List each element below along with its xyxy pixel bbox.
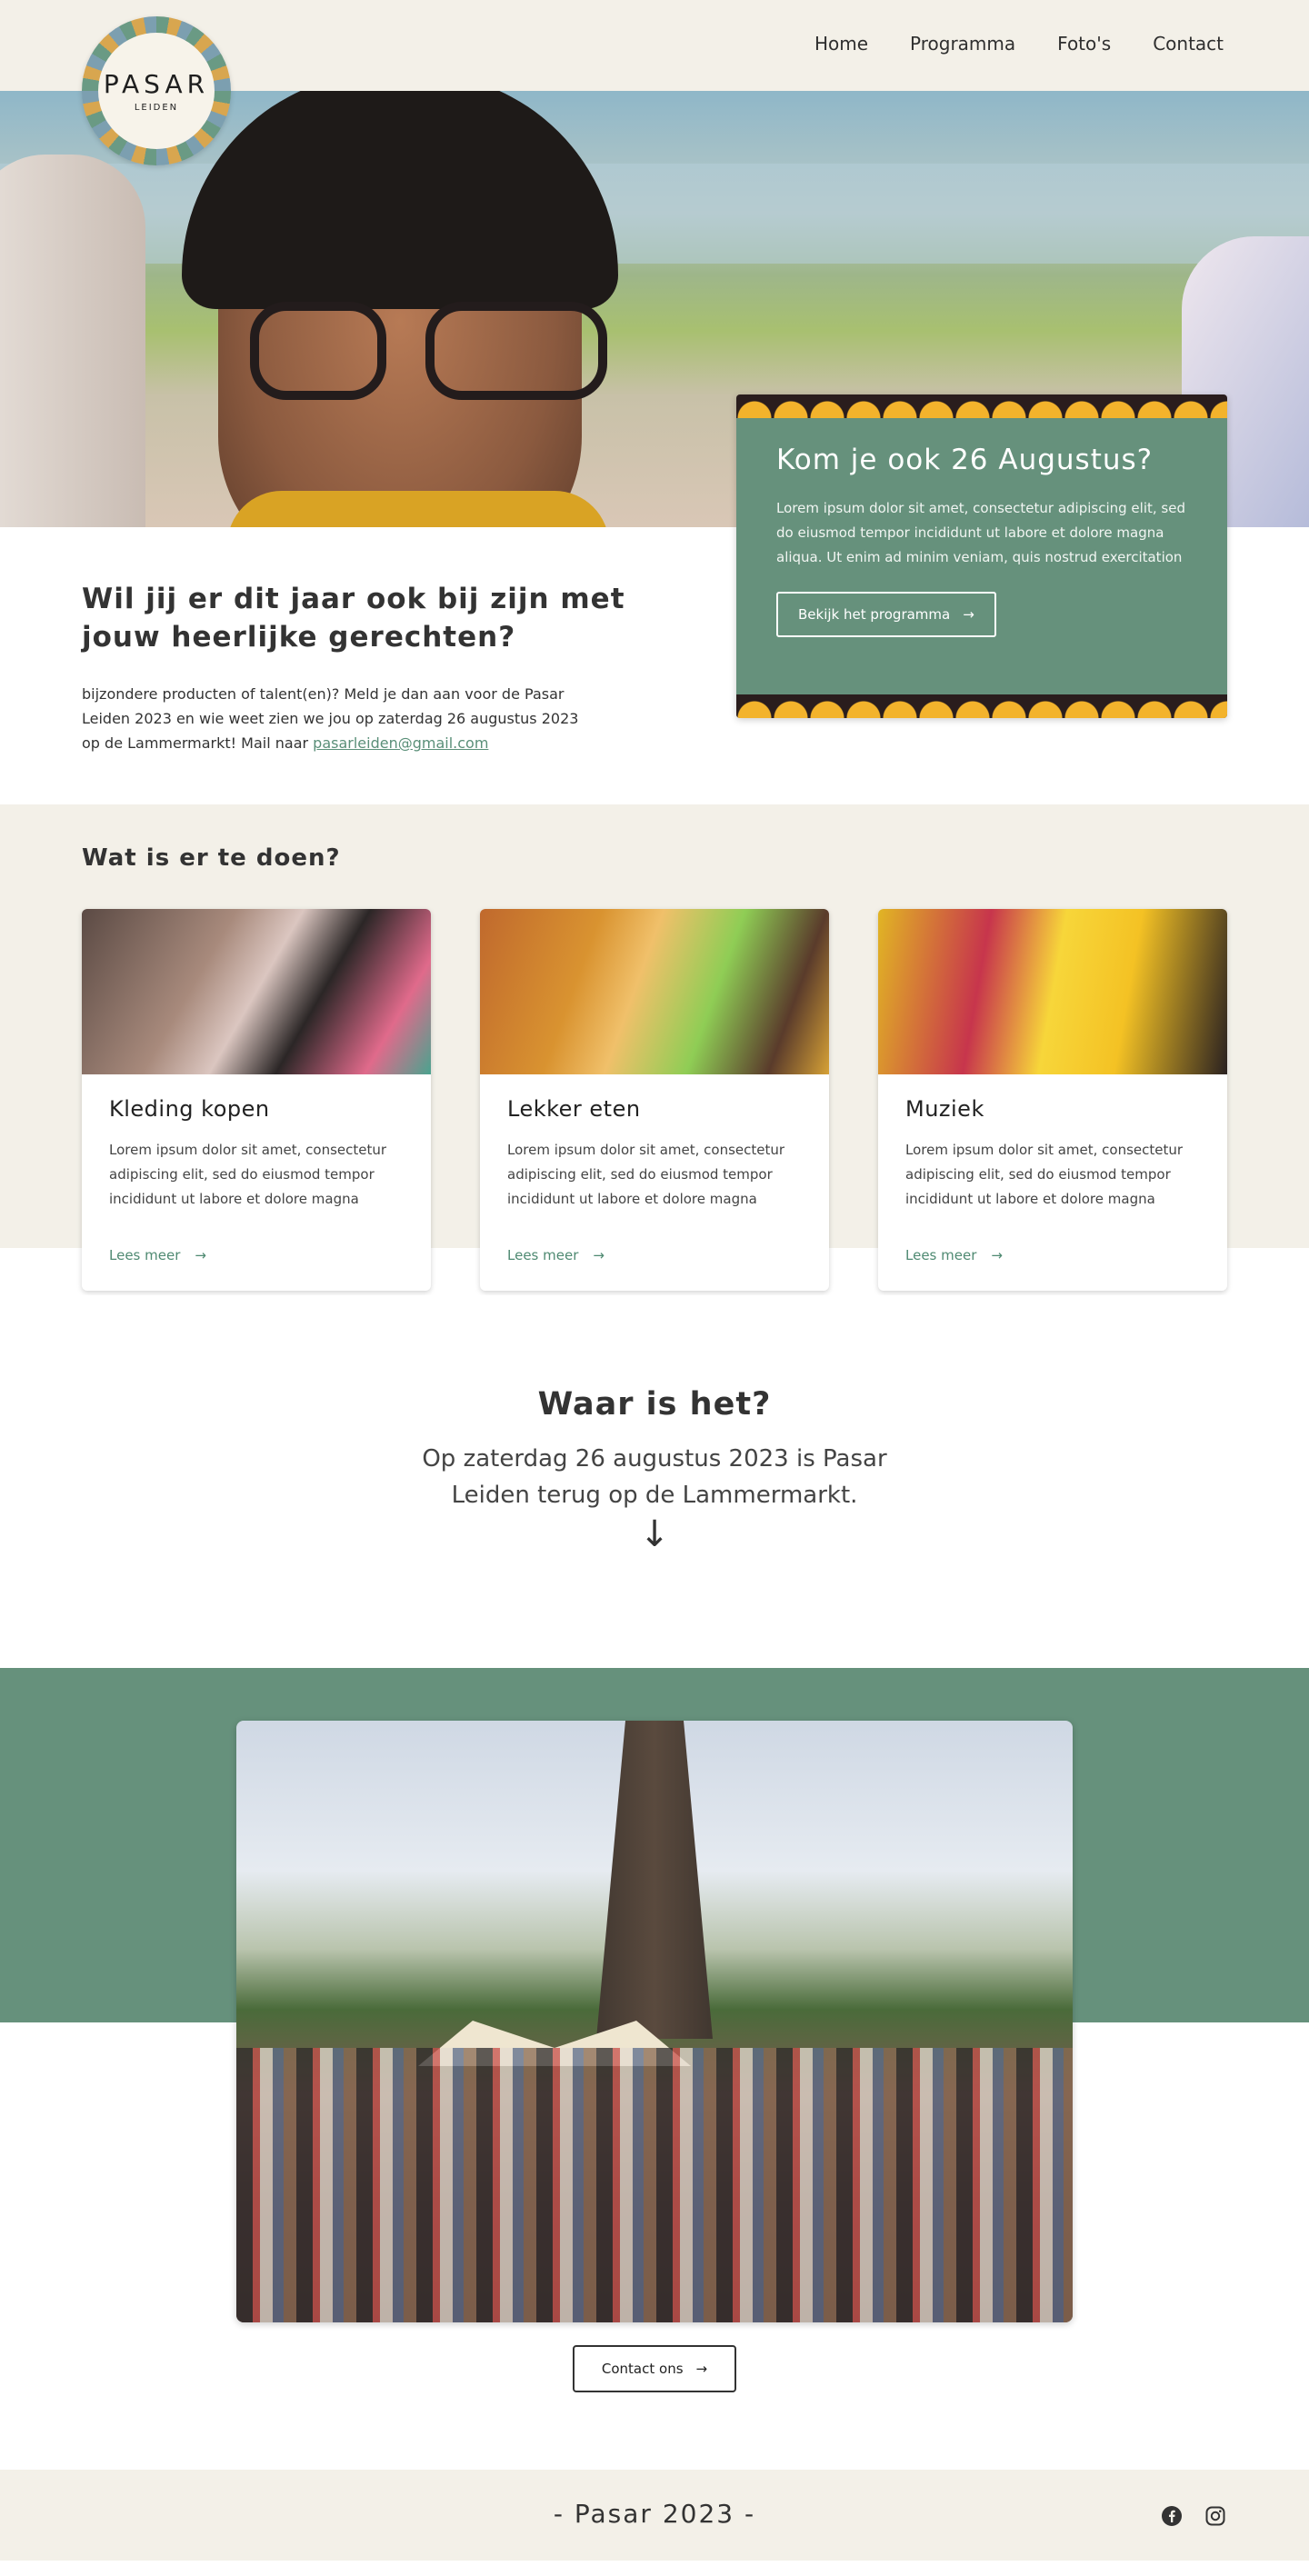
card-body: Kleding kopen Lorem ipsum dolor sit amet…: [82, 1074, 431, 1233]
market-photo: [236, 1721, 1073, 2322]
promo-pattern-bottom: [736, 694, 1227, 718]
programma-button-label: Bekijk het programma: [798, 606, 951, 623]
logo-word: PASAR: [103, 69, 210, 99]
card-image-muziek: [878, 909, 1227, 1074]
where-text: Op zaterdag 26 augustus 2023 is Pasar Le…: [422, 1445, 887, 1509]
arrow-right-icon: →: [963, 606, 974, 623]
arrow-right-icon: →: [195, 1247, 206, 1263]
card-text: Lorem ipsum dolor sit amet, consectetur …: [109, 1142, 387, 1207]
hero-glasses-left: [250, 302, 386, 400]
programma-button[interactable]: Bekijk het programma →: [776, 592, 996, 637]
facebook-icon[interactable]: [1160, 2504, 1184, 2528]
where-section: Waar is het? Op zaterdag 26 augustus 202…: [0, 1295, 1309, 1668]
arrow-right-icon: →: [695, 2361, 708, 2377]
card-image-kleding: [82, 909, 431, 1074]
lees-meer-label: Lees meer: [109, 1247, 181, 1263]
lees-meer-label: Lees meer: [507, 1247, 579, 1263]
arrow-down-icon: ↓: [639, 1513, 670, 1555]
card-text: Lorem ipsum dolor sit amet, consectetur …: [905, 1142, 1184, 1207]
card-image-eten: [480, 909, 829, 1074]
main-nav: Home Programma Foto's Contact: [814, 33, 1224, 55]
activity-cards: Kleding kopen Lorem ipsum dolor sit amet…: [82, 909, 1227, 1291]
nav-contact[interactable]: Contact: [1153, 33, 1224, 55]
contact-button[interactable]: Contact ons →: [573, 2345, 736, 2392]
card-text: Lorem ipsum dolor sit amet, consectetur …: [507, 1142, 785, 1207]
card-title: Muziek: [905, 1096, 984, 1122]
promo-pattern-top: [736, 394, 1227, 418]
email-link[interactable]: pasarleiden@gmail.com: [313, 734, 488, 752]
where-title: Waar is het?: [537, 1386, 772, 1423]
card-body: Muziek Lorem ipsum dolor sit amet, conse…: [878, 1074, 1227, 1233]
contact-button-label: Contact ons: [601, 2361, 684, 2377]
intro-text: bijzondere producten of talent(en)? Meld…: [82, 682, 591, 755]
lees-meer-link[interactable]: Lees meer →: [507, 1247, 605, 1263]
lees-meer-link[interactable]: Lees meer →: [109, 1247, 206, 1263]
arrow-right-icon: →: [991, 1247, 1003, 1263]
nav-programma[interactable]: Programma: [910, 33, 1015, 55]
card-body: Lekker eten Lorem ipsum dolor sit amet, …: [480, 1074, 829, 1233]
contact-section: Contact ons →: [0, 2345, 1309, 2470]
lees-meer-label: Lees meer: [905, 1247, 977, 1263]
promo-body: Kom je ook 26 Augustus? Lorem ipsum dolo…: [736, 418, 1227, 694]
intro-title: Wil jij er dit jaar ook bij zijn met jou…: [82, 583, 625, 654]
lees-meer-link[interactable]: Lees meer →: [905, 1247, 1003, 1263]
hero-bg-person-left: [0, 155, 145, 527]
footer-title: - Pasar 2023 -: [553, 2499, 756, 2529]
card-kleding[interactable]: Kleding kopen Lorem ipsum dolor sit amet…: [82, 909, 431, 1291]
promo-card: Kom je ook 26 Augustus? Lorem ipsum dolo…: [736, 394, 1227, 718]
activities-heading: Wat is er te doen?: [82, 844, 341, 872]
instagram-icon[interactable]: [1204, 2504, 1227, 2528]
nav-fotos[interactable]: Foto's: [1057, 33, 1111, 55]
social-links: [1160, 2504, 1227, 2528]
crowd-shape: [236, 2048, 1073, 2322]
hero-shirt: [227, 491, 609, 527]
arrow-right-icon: →: [593, 1247, 605, 1263]
card-muziek[interactable]: Muziek Lorem ipsum dolor sit amet, conse…: [878, 909, 1227, 1291]
activities-section: Wat is er te doen? Kleding kopen Lorem i…: [0, 804, 1309, 1303]
logo-inner: PASAR LEIDEN: [98, 33, 215, 149]
site-header: PASAR LEIDEN Home Programma Foto's Conta…: [0, 0, 1309, 165]
nav-home[interactable]: Home: [814, 33, 868, 55]
card-title: Lekker eten: [507, 1096, 641, 1122]
photo-section: [0, 1668, 1309, 2345]
hero-hair: [182, 91, 618, 309]
card-title: Kleding kopen: [109, 1096, 270, 1122]
hero-glasses-right: [425, 302, 607, 400]
card-eten[interactable]: Lekker eten Lorem ipsum dolor sit amet, …: [480, 909, 829, 1291]
site-footer: - Pasar 2023 -: [0, 2470, 1309, 2561]
pasar-logo[interactable]: PASAR LEIDEN: [82, 16, 231, 165]
logo-sub: LEIDEN: [134, 103, 179, 113]
promo-title: Kom je ook 26 Augustus?: [776, 444, 1154, 476]
promo-text: Lorem ipsum dolor sit amet, consectetur …: [776, 500, 1185, 565]
windmill-shape: [596, 1721, 713, 2039]
